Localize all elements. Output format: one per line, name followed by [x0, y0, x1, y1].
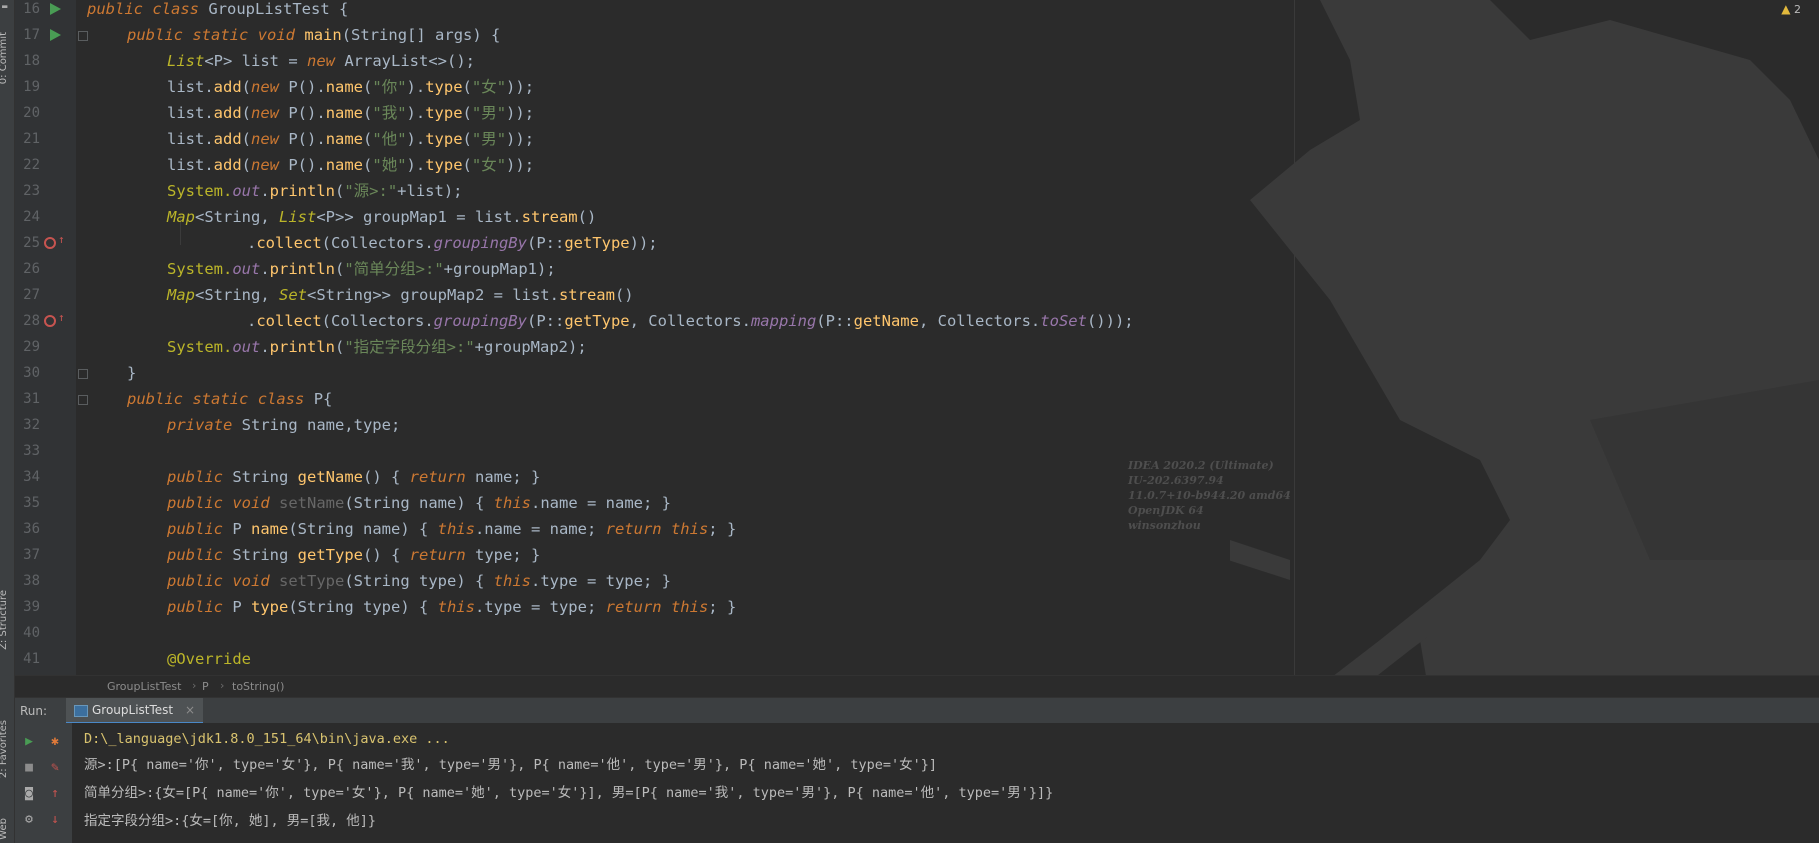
- code-area[interactable]: public class GroupListTest { public stat…: [87, 0, 1819, 680]
- code-line: @Override: [167, 650, 251, 668]
- code-line: public void setType(String type) { this.…: [167, 572, 671, 590]
- line-number: 35: [23, 495, 40, 511]
- breadcrumb-separator: ›: [192, 679, 197, 692]
- breadcrumb-class[interactable]: GroupListTest: [107, 680, 181, 693]
- code-line: System.out.println("简单分组>:"+groupMap1);: [167, 260, 556, 278]
- code-line: list.add(new P().name("我").type("男"));: [167, 104, 535, 122]
- run-panel-header: Run: GroupListTest ×: [14, 697, 1819, 724]
- run-class-icon[interactable]: [50, 3, 61, 15]
- code-editor[interactable]: 16 17 18 19 20 21 22 23 24 25 26 27 28 2…: [14, 0, 1819, 680]
- clear-icon[interactable]: ✎: [48, 761, 62, 775]
- line-number: 28: [23, 313, 40, 329]
- stop-icon[interactable]: ■: [22, 761, 36, 775]
- line-number: 16: [23, 1, 40, 17]
- code-line: System.out.println("源>:"+list);: [167, 182, 463, 200]
- code-line: .collect(Collectors.groupingBy(P::getTyp…: [247, 312, 1134, 330]
- code-line: System.out.println("指定字段分组>:"+groupMap2)…: [167, 338, 587, 356]
- code-line: Map<String, List<P>> groupMap1 = list.st…: [167, 208, 597, 226]
- code-line: }: [127, 364, 137, 382]
- close-icon[interactable]: ×: [185, 703, 195, 717]
- line-number: 19: [23, 79, 40, 95]
- up-arrow-icon[interactable]: ↑: [48, 787, 62, 801]
- line-number: 26: [23, 261, 40, 277]
- line-number: 18: [23, 53, 40, 69]
- line-number: 41: [23, 651, 40, 667]
- line-number: 25: [23, 235, 40, 251]
- line-number: 23: [23, 183, 40, 199]
- line-number: 37: [23, 547, 40, 563]
- code-line: private String name,type;: [167, 416, 401, 434]
- folder-icon[interactable]: ▬: [2, 2, 12, 12]
- line-number: 38: [23, 573, 40, 589]
- breadcrumb-separator: ›: [220, 679, 225, 692]
- line-number: 29: [23, 339, 40, 355]
- line-number: 30: [23, 365, 40, 381]
- line-number: 20: [23, 105, 40, 121]
- line-number: 40: [23, 625, 40, 641]
- console-output-line: 源>:[P{ name='你', type='女'}, P{ name='我',…: [84, 757, 937, 773]
- structure-tool-button[interactable]: Z: Structure: [0, 590, 9, 650]
- arrow-up-icon: ↑: [58, 311, 65, 324]
- line-number: 32: [23, 417, 40, 433]
- line-number: 33: [23, 443, 40, 459]
- debug-icon[interactable]: ✱: [48, 735, 62, 749]
- line-number: 31: [23, 391, 40, 407]
- code-line: public class GroupListTest {: [87, 0, 349, 18]
- lambda-breakpoint-icon[interactable]: [44, 237, 56, 249]
- line-number: 36: [23, 521, 40, 537]
- code-line: public void setName(String name) { this.…: [167, 494, 671, 512]
- code-line: public P name(String name) { this.name =…: [167, 520, 737, 538]
- ide-version-watermark: IDEA 2020.2 (Ultimate) IU-202.6397.94 11…: [1128, 459, 1291, 532]
- run-tab-grouplisttest[interactable]: GroupListTest ×: [66, 698, 204, 724]
- line-number: 34: [23, 469, 40, 485]
- web-tool-button[interactable]: Web: [0, 818, 9, 840]
- down-arrow-icon[interactable]: ↓: [48, 813, 62, 827]
- code-line: list.add(new P().name("你").type("女"));: [167, 78, 535, 96]
- line-number: 24: [23, 209, 40, 225]
- line-number: 21: [23, 131, 40, 147]
- arrow-up-icon: ↑: [58, 233, 65, 246]
- code-line: public P type(String type) { this.type =…: [167, 598, 737, 616]
- line-number: 39: [23, 599, 40, 615]
- code-line: public static void main(String[] args) {: [127, 26, 501, 44]
- line-number: 17: [23, 27, 40, 43]
- camera-icon[interactable]: ◙: [22, 787, 36, 801]
- code-line: public String getType() { return type; }: [167, 546, 541, 564]
- console-command-line: D:\_language\jdk1.8.0_151_64\bin\java.ex…: [84, 731, 450, 747]
- console-toolbar: ▶ ✱ ■ ✎ ◙ ↑ ⚙ ↓: [14, 723, 72, 843]
- breadcrumb-inner-class[interactable]: P: [202, 680, 209, 693]
- favorites-tool-button[interactable]: 2: Favorites: [0, 720, 9, 778]
- code-line: List<P> list = new ArrayList<>();: [167, 52, 475, 70]
- run-panel-title: Run:: [20, 704, 48, 718]
- commit-tool-button[interactable]: 0: Commit: [0, 32, 9, 84]
- editor-gutter[interactable]: 16 17 18 19 20 21 22 23 24 25 26 27 28 2…: [14, 0, 76, 680]
- warning-icon: ▲: [1781, 2, 1791, 16]
- warnings-indicator[interactable]: ▲ 2: [1781, 2, 1801, 16]
- lambda-breakpoint-icon[interactable]: [44, 315, 56, 327]
- line-number: 22: [23, 157, 40, 173]
- code-line: public String getName() { return name; }: [167, 468, 541, 486]
- line-number: 27: [23, 287, 40, 303]
- rerun-icon[interactable]: ▶: [22, 735, 36, 749]
- code-line: public static class P{: [127, 390, 333, 408]
- breadcrumb: GroupListTest › P › toString(): [14, 675, 1819, 698]
- run-tab-label: GroupListTest: [92, 703, 174, 717]
- code-line: Map<String, Set<String>> groupMap2 = lis…: [167, 286, 634, 304]
- run-config-icon: [74, 705, 88, 717]
- code-line: list.add(new P().name("她").type("女"));: [167, 156, 535, 174]
- settings-icon[interactable]: ⚙: [22, 813, 36, 827]
- warnings-count: 2: [1794, 3, 1801, 16]
- run-console[interactable]: ▶ ✱ ■ ✎ ◙ ↑ ⚙ ↓ D:\_language\jdk1.8.0_15…: [14, 723, 1819, 843]
- left-tool-strip: ▬ 0: Commit Z: Structure 2: Favorites We…: [0, 0, 15, 843]
- breadcrumb-method[interactable]: toString(): [232, 680, 284, 693]
- console-output-line: 简单分组>:{女=[P{ name='你', type='女'}, P{ nam…: [84, 785, 1054, 801]
- code-line: .collect(Collectors.groupingBy(P::getTyp…: [247, 234, 658, 252]
- run-main-icon[interactable]: [50, 29, 61, 41]
- code-line: list.add(new P().name("他").type("男"));: [167, 130, 535, 148]
- console-output-line: 指定字段分组>:{女=[你, 她], 男=[我, 他]}: [84, 813, 377, 829]
